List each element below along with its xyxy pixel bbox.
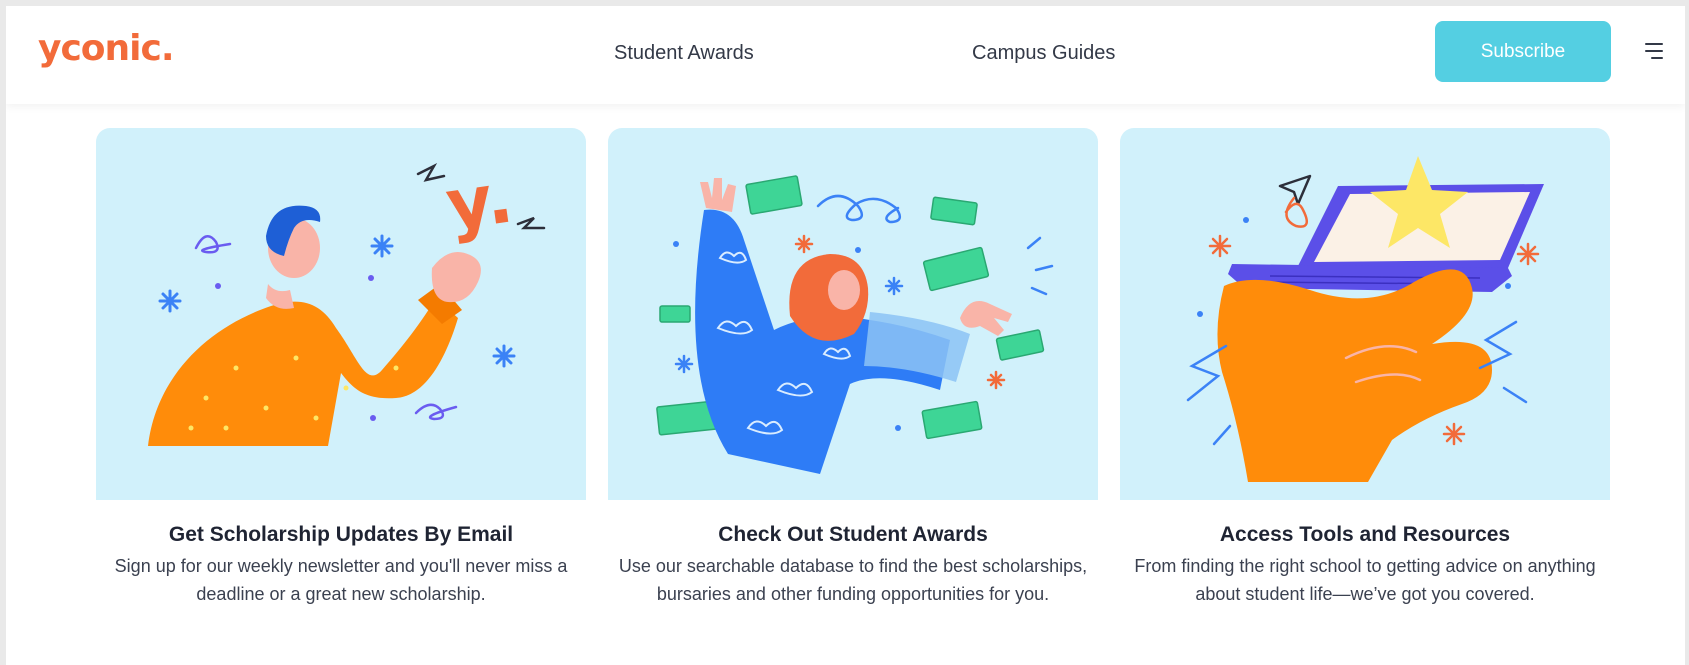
person-catching-envelopes-illustration bbox=[608, 128, 1098, 500]
hamburger-menu-icon[interactable] bbox=[1637, 43, 1663, 63]
card-scholarship-updates[interactable]: y. Get Scholarship Updates By Email Sign bbox=[96, 128, 586, 608]
card-description: From finding the right school to getting… bbox=[1134, 556, 1596, 604]
card-tools-resources[interactable]: Access Tools and Resources From finding … bbox=[1120, 128, 1610, 608]
person-holding-y-logo-illustration: y. bbox=[96, 128, 586, 500]
hand-holding-laptop-with-star-illustration bbox=[1120, 128, 1610, 500]
site-header: yconic. Student Awards Campus Guides Sub… bbox=[6, 6, 1685, 104]
svg-text:y.: y. bbox=[441, 156, 518, 246]
card-title[interactable]: Access Tools and Resources bbox=[1120, 522, 1610, 548]
feature-cards: y. Get Scholarship Updates By Email Sign bbox=[96, 128, 1616, 658]
card-description: Sign up for our weekly newsletter and yo… bbox=[114, 556, 568, 604]
card-description: Use our searchable database to find the … bbox=[618, 556, 1088, 604]
nav-campus-guides[interactable]: Campus Guides bbox=[972, 42, 1115, 65]
subscribe-button[interactable]: Subscribe bbox=[1435, 21, 1611, 82]
card-student-awards[interactable]: Check Out Student Awards Use our searcha… bbox=[608, 128, 1098, 608]
card-title[interactable]: Check Out Student Awards bbox=[608, 522, 1098, 548]
page: yconic. Student Awards Campus Guides Sub… bbox=[6, 6, 1685, 665]
card-title[interactable]: Get Scholarship Updates By Email bbox=[96, 522, 586, 548]
yconic-logo[interactable]: yconic. bbox=[38, 28, 175, 69]
nav-student-awards[interactable]: Student Awards bbox=[614, 42, 754, 65]
